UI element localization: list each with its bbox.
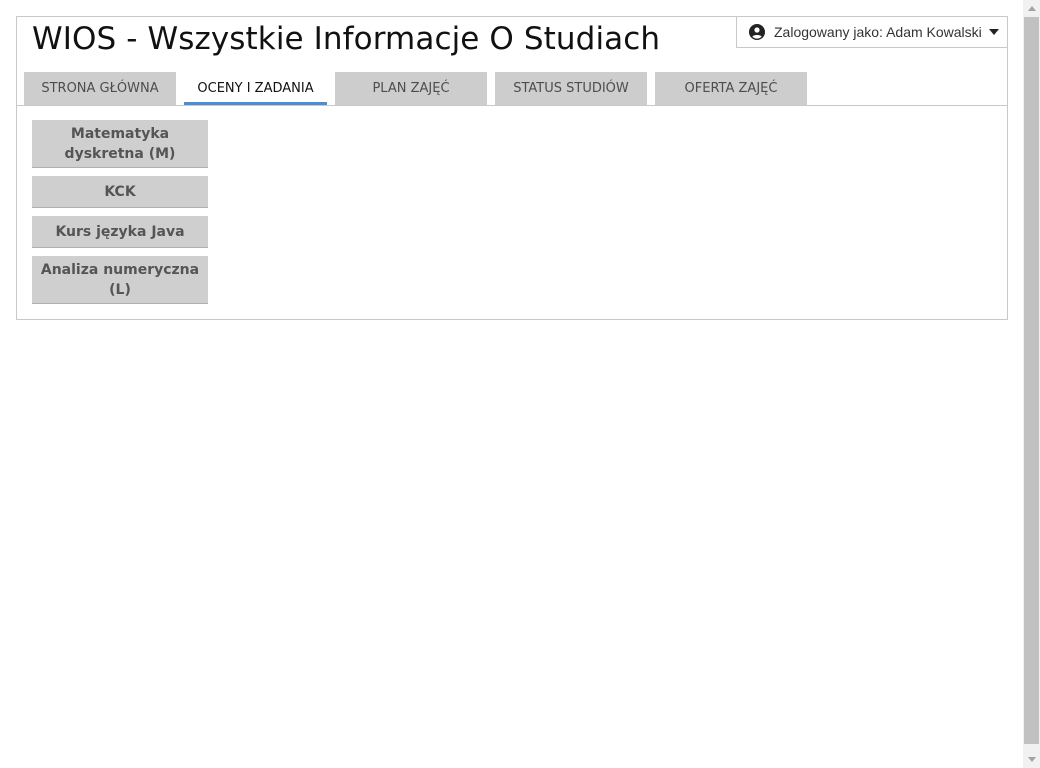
scroll-up-arrow[interactable] <box>1023 0 1040 17</box>
arrow-down-icon <box>1027 757 1036 762</box>
tab-strona-glowna[interactable]: STRONA GŁÓWNA <box>24 72 176 105</box>
subject-button-kurs-jezyka-java[interactable]: Kurs języka Java <box>32 216 208 248</box>
subject-button-matematyka-dyskretna[interactable]: Matematyka dyskretna (M) <box>32 120 208 168</box>
tab-oceny-i-zadania[interactable]: OCENY I ZADANIA <box>184 72 327 105</box>
page: WIOS - Wszystkie Informacje O Studiach Z… <box>0 0 1040 768</box>
subject-button-analiza-numeryczna[interactable]: Analiza numeryczna (L) <box>32 256 208 304</box>
caret-down-icon <box>988 29 999 35</box>
tab-plan-zajec[interactable]: PLAN ZAJĘĆ <box>335 72 487 105</box>
user-circle-icon <box>749 24 765 40</box>
main-panel: WIOS - Wszystkie Informacje O Studiach Z… <box>16 16 1008 320</box>
user-menu-dropdown[interactable]: Zalogowany jako: Adam Kowalski <box>736 16 1008 48</box>
tabs-divider <box>17 105 1007 106</box>
main-tabs: STRONA GŁÓWNA OCENY I ZADANIA PLAN ZAJĘĆ… <box>24 72 815 105</box>
subject-list: Matematyka dyskretna (M) KCK Kurs języka… <box>32 120 208 312</box>
scrollbar-thumb[interactable] <box>1024 17 1039 744</box>
vertical-scrollbar[interactable] <box>1023 0 1040 768</box>
arrow-up-icon <box>1027 6 1036 11</box>
tab-oferta-zajec[interactable]: OFERTA ZAJĘĆ <box>655 72 807 105</box>
subject-button-kck[interactable]: KCK <box>32 176 208 208</box>
tab-status-studiow[interactable]: STATUS STUDIÓW <box>495 72 647 105</box>
app-title: WIOS - Wszystkie Informacje O Studiach <box>32 21 661 57</box>
logged-in-user-label: Zalogowany jako: Adam Kowalski <box>774 24 982 40</box>
scroll-down-arrow[interactable] <box>1023 751 1040 768</box>
